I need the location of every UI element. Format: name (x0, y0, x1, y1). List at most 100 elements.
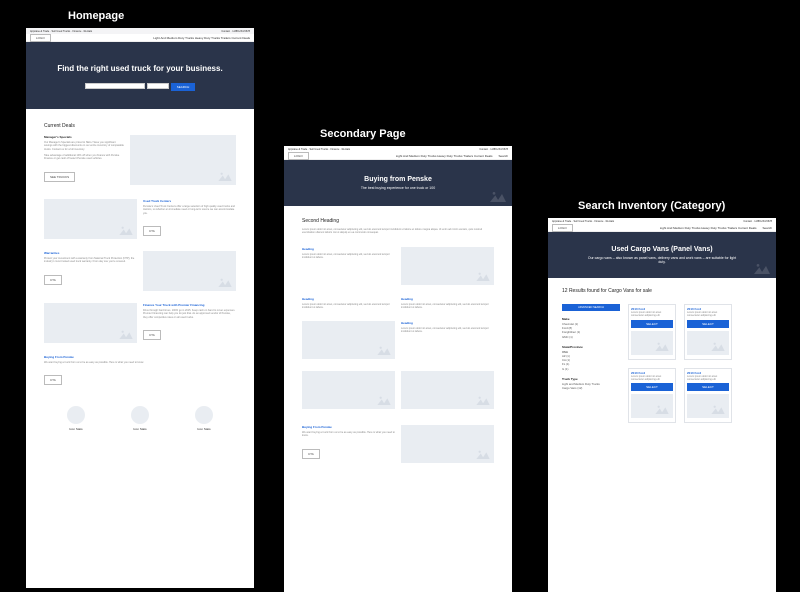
wireframe-search: Appraise & Trade · Sell Used Trucks · Fi… (548, 218, 776, 592)
result-desc: Lorem ipsum dolor sit amet consectetur a… (687, 375, 729, 382)
wireframe-secondary: Appraise & Trade · Sell Used Trucks · Fi… (284, 146, 512, 592)
deals-body-2: Take advantage of additional 10% off whe… (44, 154, 124, 161)
result-card[interactable]: 2010 Ford Lorem ipsum dolor sit amet con… (628, 368, 676, 424)
result-desc: Lorem ipsum dolor sit amet consectetur a… (631, 375, 673, 382)
nav-links[interactable]: Light And Medium Duty Trucks Heavy Duty … (153, 36, 250, 40)
select-button[interactable]: SELECT (631, 320, 673, 328)
cta-button[interactable]: CTA (44, 275, 62, 285)
topbar-left: Appraise & Trade · Sell Used Trucks · Fi… (552, 220, 614, 223)
sub-heading: Heading (401, 321, 494, 325)
filter-type-heading: Truck Type (562, 377, 620, 381)
sub-body: Lorem ipsum dolor sit amet, consectetur … (401, 327, 494, 334)
select-button[interactable]: SELECT (631, 383, 673, 391)
cta-button[interactable]: CTA (143, 226, 161, 236)
wireframe-homepage: Appraise & Trade · Sell Used Trucks · Fi… (26, 28, 254, 588)
result-card[interactable]: 2010 Ford Lorem ipsum dolor sit amet con… (628, 304, 676, 360)
logo[interactable]: LOGO (288, 152, 309, 160)
circle-icon (67, 406, 85, 424)
sub-heading: Heading (302, 297, 395, 301)
cta-heading[interactable]: Buying From Penske (302, 425, 395, 429)
search-link[interactable]: Search (498, 154, 508, 158)
hero-subtitle: The best buying experience for one truck… (314, 186, 482, 190)
select-button[interactable]: SELECT (687, 383, 729, 391)
nav-links[interactable]: Light And Medium Duty Trucks Heavy Duty … (396, 154, 493, 158)
deals-subtitle: Manager's Specials (44, 135, 124, 139)
body-text: Lorem ipsum dolor sit amet, consectetur … (302, 228, 494, 235)
result-card[interactable]: 2010 Ford Lorem ipsum dolor sit amet con… (684, 304, 732, 360)
search-link[interactable]: Search (762, 226, 772, 230)
search-button[interactable]: SEARCH (171, 83, 196, 91)
topbar-left: Appraise & Trade · Sell Used Trucks · Fi… (30, 30, 92, 33)
image-placeholder (401, 247, 494, 285)
hero: Find the right used truck for your busin… (26, 42, 254, 109)
topbar-right: Contact · 1-888-234-5678 (479, 148, 508, 151)
navbar: LOGO Light And Medium Duty Trucks Heavy … (284, 152, 512, 160)
filter-make-heading: Make (562, 317, 620, 321)
see-trucks-button[interactable]: SEE TRUCKS (44, 172, 75, 182)
item-body: Drive through hard times. 100% go in 201… (143, 309, 236, 319)
results-grid: 2010 Ford Lorem ipsum dolor sit amet con… (628, 304, 762, 423)
label-secondary: Secondary Page (320, 128, 406, 140)
image-placeholder (143, 251, 236, 291)
select-button[interactable]: SELECT (687, 320, 729, 328)
nav-links[interactable]: Light And Medium Duty Trucks Heavy Duty … (660, 226, 757, 230)
sub-body: Lorem ipsum dolor sit amet, consectetur … (401, 303, 494, 310)
circle-icon (195, 406, 213, 424)
stat-label: Icon Stats (131, 427, 149, 431)
advanced-search-button[interactable]: ADVANCED SEARCH (562, 304, 620, 311)
circle-icon (131, 406, 149, 424)
image-placeholder (631, 331, 673, 355)
image-placeholder (401, 425, 494, 463)
filter-sidebar: ADVANCED SEARCH Make Chevrolet (1) Ford … (562, 304, 620, 423)
image-placeholder (631, 394, 673, 418)
filter-item[interactable]: GMC (1) (562, 335, 620, 339)
logo[interactable]: LOGO (552, 224, 573, 232)
item-heading[interactable]: Warranties (44, 251, 137, 255)
image-placeholder (44, 199, 137, 239)
item-heading[interactable]: Buying From Penske (44, 355, 236, 359)
result-desc: Lorem ipsum dolor sit amet consectetur a… (687, 311, 729, 318)
item-body: We want buying a truck from us to be as … (44, 361, 144, 364)
image-placeholder (687, 331, 729, 355)
filter-item[interactable]: IL (1) (562, 367, 620, 371)
hero-title: Used Cargo Vans (Panel Vans) (584, 246, 740, 253)
sub-heading: Heading (302, 247, 395, 251)
filter-item[interactable]: Cargo Vans (12) (562, 386, 620, 390)
navbar: LOGO Light And Medium Duty Trucks Heavy … (26, 34, 254, 42)
result-card[interactable]: 2010 Ford Lorem ipsum dolor sit amet con… (684, 368, 732, 424)
stat-label: Icon Stats (67, 427, 85, 431)
search-input-type[interactable] (147, 83, 169, 89)
image-placeholder (302, 371, 395, 409)
cta-button[interactable]: CTA (302, 449, 320, 459)
hero: Used Cargo Vans (Panel Vans) Our cargo v… (548, 232, 776, 278)
deals-body-1: Our Manager's Specials are priced to SEL… (44, 141, 124, 151)
result-desc: Lorem ipsum dolor sit amet consectetur a… (631, 311, 673, 318)
stat-item: Icon Stats (67, 406, 85, 431)
results-heading: 12 Results found for Cargo Vans for sale (562, 288, 762, 294)
sub-body: Lorem ipsum dolor sit amet, consectetur … (302, 253, 395, 260)
hero-title: Find the right used truck for your busin… (56, 64, 224, 73)
item-heading[interactable]: Used Truck Centers (143, 199, 236, 203)
topbar-right: Contact · 1-888-234-5678 (221, 30, 250, 33)
label-search: Search Inventory (Category) (578, 200, 725, 212)
logo[interactable]: LOGO (30, 34, 51, 42)
cta-body: We want buying a truck from us to be as … (302, 431, 395, 438)
image-placeholder (401, 371, 494, 409)
filter-state-heading: State/Province (562, 345, 620, 349)
hero: Buying from Penske The best buying exper… (284, 160, 512, 206)
topbar-left: Appraise & Trade · Sell Used Trucks · Fi… (288, 148, 350, 151)
image-placeholder (130, 135, 236, 185)
sub-body: Lorem ipsum dolor sit amet, consectetur … (302, 303, 395, 310)
stat-item: Icon Stats (195, 406, 213, 431)
item-heading[interactable]: Finance Your Truck with Premier Financin… (143, 303, 236, 307)
cta-button[interactable]: CTA (143, 330, 161, 340)
heading-current-deals: Current Deals (44, 123, 236, 129)
cta-button[interactable]: CTA (44, 375, 62, 385)
image-placeholder (687, 394, 729, 418)
heading-second: Second Heading (302, 218, 494, 224)
image-placeholder (302, 321, 395, 359)
topbar-right: Contact · 1-888-234-5678 (743, 220, 772, 223)
label-homepage: Homepage (68, 10, 124, 22)
search-input-keyword[interactable] (85, 83, 145, 89)
hero-subtitle: Our cargo vans – also known as panel van… (584, 256, 740, 264)
